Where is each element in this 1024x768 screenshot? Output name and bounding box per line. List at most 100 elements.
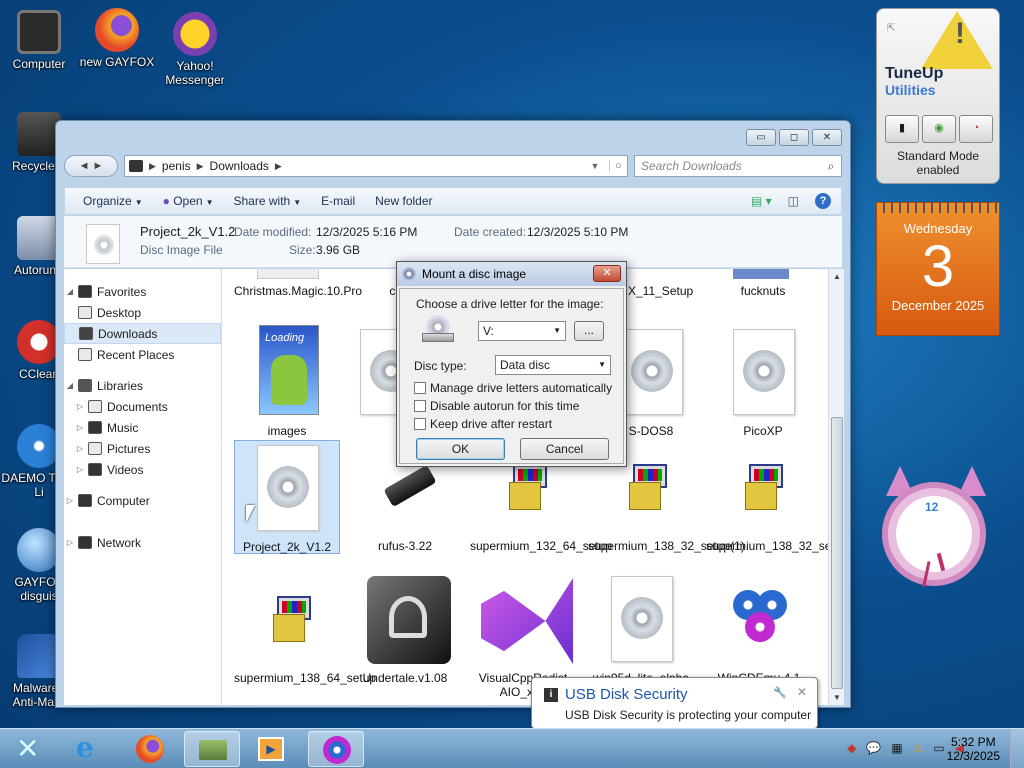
address-row: ◄ ► ▶ penis ▶ Downloads ▶ ▼ ○ Search Dow… bbox=[64, 155, 842, 179]
expand-triangle-icon[interactable]: ▷ bbox=[74, 444, 86, 453]
show-desktop-button[interactable] bbox=[1010, 729, 1024, 768]
taskbar-internet-explorer[interactable]: e bbox=[62, 731, 118, 767]
disable-autorun-checkbox[interactable]: Disable autorun for this time bbox=[414, 399, 579, 413]
nav-computer[interactable]: ▷ Computer bbox=[64, 490, 221, 511]
keep-drive-checkbox[interactable]: Keep drive after restart bbox=[414, 417, 552, 431]
scroll-up-icon[interactable]: ▲ bbox=[829, 272, 845, 281]
start-button[interactable]: ✕ bbox=[4, 731, 54, 767]
desktop-icon-computer[interactable]: Computer bbox=[0, 10, 78, 71]
taskbar-clock[interactable]: 5:32 PM 12/3/2025 bbox=[947, 735, 1000, 763]
taskbar-wincdemu[interactable] bbox=[308, 731, 364, 767]
start-x-icon: ✕ bbox=[16, 733, 40, 764]
help-icon[interactable]: ? bbox=[815, 193, 831, 209]
new-folder-button[interactable]: New folder bbox=[365, 194, 442, 208]
desktop-icon-new-gayfox[interactable]: new GAYFOX bbox=[78, 8, 156, 69]
desktop-icon-yahoo-messenger[interactable]: Yahoo! Messenger bbox=[156, 12, 234, 87]
file-item[interactable]: X_11_Setup bbox=[628, 269, 698, 298]
nav-documents[interactable]: ▷ Documents bbox=[64, 396, 221, 417]
file-item[interactable]: PicoXP bbox=[710, 325, 816, 438]
music-icon bbox=[88, 421, 102, 434]
file-item[interactable]: L bbox=[342, 325, 402, 438]
scrollbar-thumb[interactable] bbox=[831, 417, 843, 689]
file-item[interactable]: Loading images bbox=[234, 325, 340, 438]
browse-button[interactable]: ... bbox=[574, 321, 604, 341]
wincdemu-icon bbox=[711, 572, 807, 668]
taskbar-explorer[interactable] bbox=[184, 731, 240, 767]
change-view-icon[interactable]: ▤ ▾ bbox=[751, 194, 772, 208]
taskbar-firefox[interactable] bbox=[122, 731, 178, 767]
close-button[interactable]: ✕ bbox=[812, 129, 842, 146]
file-item-selected[interactable]: Project_2k_V1.2 bbox=[234, 440, 340, 554]
expand-triangle-icon[interactable]: ▷ bbox=[64, 538, 76, 547]
close-icon[interactable]: ✕ bbox=[797, 685, 807, 699]
file-item[interactable]: Undertale.v1.08 bbox=[352, 572, 458, 685]
file-item[interactable]: supermium_138_32_setup bbox=[706, 440, 828, 553]
wrench-icon[interactable]: 🔧 bbox=[773, 686, 787, 699]
usb-security-tray-icon[interactable]: ◆ bbox=[847, 741, 856, 755]
taskbar-media-player[interactable]: ▶ bbox=[244, 731, 300, 767]
nav-recent-places[interactable]: Recent Places bbox=[64, 344, 221, 365]
notification-balloon[interactable]: i USB Disk Security USB Disk Security is… bbox=[531, 677, 818, 729]
search-icon[interactable]: ⌕ bbox=[821, 159, 841, 174]
dialog-close-button[interactable]: ✕ bbox=[593, 265, 621, 282]
disc-type-select[interactable]: Data disc ▼ bbox=[495, 355, 611, 375]
nav-music[interactable]: ▷ Music bbox=[64, 417, 221, 438]
details-created-value: 12/3/2025 5:10 PM bbox=[527, 225, 629, 239]
file-item[interactable]: WinCDEmu 4.1 bbox=[706, 572, 812, 685]
file-item[interactable]: fucknuts bbox=[710, 269, 816, 298]
calendar-rings bbox=[877, 203, 999, 213]
nav-downloads[interactable]: Downloads bbox=[64, 323, 221, 344]
ok-button[interactable]: OK bbox=[416, 438, 505, 460]
expand-triangle-icon[interactable]: ▷ bbox=[64, 496, 76, 505]
expand-triangle-icon[interactable]: ▷ bbox=[74, 402, 86, 411]
maximize-button[interactable]: ◻ bbox=[779, 129, 809, 146]
loading-text: Loading bbox=[265, 332, 305, 344]
refresh-icon[interactable]: ○ bbox=[609, 160, 627, 172]
cancel-button[interactable]: Cancel bbox=[520, 438, 609, 460]
nav-pictures[interactable]: ▷ Pictures bbox=[64, 438, 221, 459]
file-item[interactable]: win95d_lite_alpha bbox=[588, 572, 694, 685]
breadcrumb-item[interactable]: penis bbox=[162, 159, 191, 173]
search-input[interactable]: Search Downloads ⌕ bbox=[634, 155, 842, 177]
minimize-button[interactable]: ▭ bbox=[746, 129, 776, 146]
calendar-gadget[interactable]: Wednesday 3 December 2025 bbox=[876, 202, 1000, 336]
drive-letter-select[interactable]: V: ▼ bbox=[478, 321, 566, 341]
nav-libraries[interactable]: ◢ Libraries bbox=[64, 375, 221, 396]
file-item[interactable]: co bbox=[342, 269, 402, 298]
gadget-resize-icon[interactable]: ⇱ bbox=[887, 23, 895, 34]
scroll-down-icon[interactable]: ▼ bbox=[829, 693, 845, 702]
open-button[interactable]: ● Open ▼ bbox=[153, 194, 224, 208]
back-forward-buttons[interactable]: ◄ ► bbox=[64, 155, 118, 177]
collapse-triangle-icon[interactable]: ◢ bbox=[64, 287, 76, 296]
address-bar[interactable]: ▶ penis ▶ Downloads ▶ ▼ ○ bbox=[124, 155, 628, 177]
file-item[interactable]: Christmas.Magic.10.Pro bbox=[234, 269, 362, 298]
collapse-triangle-icon[interactable]: ◢ bbox=[64, 381, 76, 390]
nav-videos[interactable]: ▷ Videos bbox=[64, 459, 221, 480]
organize-button[interactable]: Organize ▼ bbox=[73, 194, 153, 208]
preview-pane-icon[interactable]: ◫ bbox=[788, 194, 799, 208]
file-name: X_11_Setup bbox=[628, 284, 694, 298]
expand-triangle-icon[interactable]: ▷ bbox=[74, 423, 86, 432]
vertical-scrollbar[interactable]: ▲ ▼ bbox=[828, 269, 844, 705]
file-name: PicoXP bbox=[743, 424, 783, 438]
clock-gadget[interactable]: 12 bbox=[876, 462, 996, 592]
chevron-down-icon[interactable]: ▼ bbox=[587, 161, 603, 171]
manage-drive-letters-checkbox[interactable]: Manage drive letters automatically bbox=[414, 381, 612, 395]
email-button[interactable]: E-mail bbox=[311, 194, 365, 208]
economy-mode-icon[interactable]: ▮ bbox=[885, 115, 919, 143]
standard-mode-icon[interactable]: ◉ bbox=[922, 115, 956, 143]
breadcrumb-item[interactable]: Downloads bbox=[210, 159, 269, 173]
nav-desktop[interactable]: Desktop bbox=[64, 302, 221, 323]
messenger-tray-icon[interactable]: 💬 bbox=[866, 741, 881, 755]
nav-network[interactable]: ▷ Network bbox=[64, 532, 221, 553]
warning-tray-icon[interactable]: ⚠ bbox=[913, 741, 924, 755]
display-tray-icon[interactable]: ▦ bbox=[891, 741, 902, 755]
file-item[interactable]: supermium_138_64_setup bbox=[234, 572, 376, 685]
tuneup-gadget[interactable]: ⇱ ! TuneUp Utilities ▮ ◉ ◔ Standard Mode… bbox=[876, 8, 1000, 184]
nav-favorites[interactable]: ◢ Favorites bbox=[64, 281, 221, 302]
turbo-mode-icon[interactable]: ◔ bbox=[959, 115, 993, 143]
network-tray-icon[interactable]: ▭ bbox=[933, 741, 944, 755]
expand-triangle-icon[interactable]: ▷ bbox=[74, 465, 86, 474]
mode-buttons: ▮ ◉ ◔ bbox=[885, 115, 993, 143]
share-with-button[interactable]: Share with ▼ bbox=[224, 194, 312, 208]
